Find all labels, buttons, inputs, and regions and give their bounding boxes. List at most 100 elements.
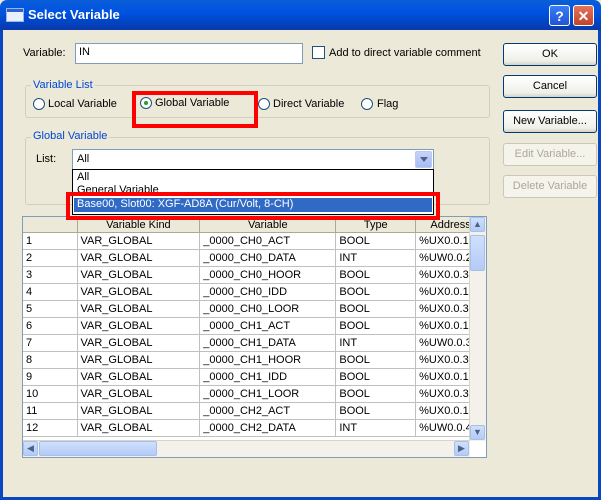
dropdown-item-all[interactable]: All (74, 171, 432, 184)
row-index: 9 (23, 368, 78, 386)
window-icon (6, 8, 24, 22)
variable-table-grid: Variable Kind Variable Type Address 1 VAR… (23, 217, 486, 437)
variable-kind-cell: VAR_GLOBAL (77, 283, 201, 301)
variable-kind-cell: VAR_GLOBAL (77, 419, 201, 437)
direct-variable-label: Direct Variable (273, 98, 345, 110)
list-label: List: (36, 153, 57, 165)
table-row[interactable]: 7 VAR_GLOBAL _0000_CH1_DATA INT %UW0.0.3 (23, 334, 486, 352)
type-cell: INT (335, 334, 417, 352)
variable-cell: _0000_CH0_LOOR (199, 300, 337, 318)
table-row[interactable]: 1 VAR_GLOBAL _0000_CH0_ACT BOOL %UX0.0.16 (23, 232, 486, 250)
variable-list-title: Variable List (31, 79, 95, 91)
vertical-scrollbar[interactable]: ▲ ▼ (469, 217, 486, 441)
row-index: 8 (23, 351, 78, 369)
variable-kind-cell: VAR_GLOBAL (77, 266, 201, 284)
variable-input-value: IN (79, 46, 90, 58)
scroll-thumb[interactable] (470, 235, 485, 271)
row-index: 11 (23, 402, 78, 420)
dialog-title: Select Variable (28, 7, 120, 22)
row-index: 5 (23, 300, 78, 318)
list-combobox[interactable]: All (72, 149, 434, 170)
chevron-down-icon[interactable] (415, 151, 432, 168)
edit-variable-button[interactable]: Edit Variable... (503, 143, 597, 166)
variable-label: Variable: (23, 47, 66, 59)
variable-kind-cell: VAR_GLOBAL (77, 317, 201, 335)
table-row[interactable]: 3 VAR_GLOBAL _0000_CH0_HOOR BOOL %UX0.0.32 (23, 266, 486, 284)
delete-variable-button[interactable]: Delete Variable (503, 175, 597, 198)
variable-table: Variable Kind Variable Type Address 1 VAR… (22, 216, 487, 458)
variable-kind-cell: VAR_GLOBAL (77, 402, 201, 420)
type-cell: BOOL (335, 232, 417, 250)
variable-cell: _0000_CH1_ACT (199, 317, 337, 335)
table-row[interactable]: 8 VAR_GLOBAL _0000_CH1_HOOR BOOL %UX0.0.32 (23, 351, 486, 369)
cancel-button[interactable]: Cancel (503, 75, 597, 98)
row-index: 7 (23, 334, 78, 352)
type-cell: BOOL (335, 368, 417, 386)
scroll-up-icon[interactable]: ▲ (470, 217, 485, 232)
row-index: 4 (23, 283, 78, 301)
new-variable-button[interactable]: New Variable... (503, 110, 597, 133)
dialog-title-bar: Select Variable ? ✕ (0, 0, 601, 30)
close-button[interactable]: ✕ (573, 5, 594, 26)
type-cell: BOOL (335, 283, 417, 301)
type-cell: BOOL (335, 300, 417, 318)
type-cell: BOOL (335, 351, 417, 369)
add-comment-checkbox[interactable] (312, 46, 325, 59)
help-button[interactable]: ? (549, 5, 570, 26)
add-comment-label: Add to direct variable comment (329, 47, 481, 59)
radio-flag[interactable] (361, 98, 373, 110)
variable-cell: _0000_CH0_DATA (199, 249, 337, 267)
variable-kind-cell: VAR_GLOBAL (77, 368, 201, 386)
variable-kind-cell: VAR_GLOBAL (77, 334, 201, 352)
variable-cell: _0000_CH2_ACT (199, 402, 337, 420)
variable-cell: _0000_CH0_IDD (199, 283, 337, 301)
row-index: 1 (23, 232, 78, 250)
variable-cell: _0000_CH1_HOOR (199, 351, 337, 369)
global-variable-title: Global Variable (31, 130, 110, 142)
variable-kind-cell: VAR_GLOBAL (77, 300, 201, 318)
variable-input[interactable]: IN (75, 43, 303, 64)
type-cell: BOOL (335, 402, 417, 420)
scroll-right-icon[interactable]: ▶ (454, 441, 469, 456)
list-combobox-value: All (77, 153, 90, 165)
scroll-down-icon[interactable]: ▼ (470, 425, 485, 440)
row-index: 12 (23, 419, 78, 437)
local-variable-label: Local Variable (48, 98, 117, 110)
type-cell: BOOL (335, 385, 417, 403)
row-index: 2 (23, 249, 78, 267)
variable-cell: _0000_CH0_ACT (199, 232, 337, 250)
table-row[interactable]: 5 VAR_GLOBAL _0000_CH0_LOOR BOOL %UX0.0.33 (23, 300, 486, 318)
horizontal-scrollbar[interactable]: ◀ ▶ (23, 440, 470, 457)
table-row[interactable]: 9 VAR_GLOBAL _0000_CH1_IDD BOOL %UX0.0.16 (23, 368, 486, 386)
type-cell: BOOL (335, 266, 417, 284)
table-row[interactable]: 2 VAR_GLOBAL _0000_CH0_DATA INT %UW0.0.2 (23, 249, 486, 267)
scroll-left-icon[interactable]: ◀ (23, 441, 38, 456)
row-index: 3 (23, 266, 78, 284)
highlight-dropdown-item-box (66, 192, 440, 220)
row-index: 10 (23, 385, 78, 403)
type-cell: INT (335, 419, 417, 437)
row-index: 6 (23, 317, 78, 335)
variable-cell: _0000_CH1_LOOR (199, 385, 337, 403)
type-cell: INT (335, 249, 417, 267)
table-row[interactable]: 6 VAR_GLOBAL _0000_CH1_ACT BOOL %UX0.0.17 (23, 317, 486, 335)
variable-kind-cell: VAR_GLOBAL (77, 249, 201, 267)
table-row[interactable]: 10 VAR_GLOBAL _0000_CH1_LOOR BOOL %UX0.0.33 (23, 385, 486, 403)
ok-button[interactable]: OK (503, 43, 597, 66)
hscroll-thumb[interactable] (39, 441, 157, 456)
table-row[interactable]: 12 VAR_GLOBAL _0000_CH2_DATA INT %UW0.0.4 (23, 419, 486, 437)
radio-direct-variable[interactable] (258, 98, 270, 110)
table-row[interactable]: 4 VAR_GLOBAL _0000_CH0_IDD BOOL %UX0.0.16 (23, 283, 486, 301)
variable-cell: _0000_CH1_DATA (199, 334, 337, 352)
radio-local-variable[interactable] (33, 98, 45, 110)
table-row[interactable]: 11 VAR_GLOBAL _0000_CH2_ACT BOOL %UX0.0.18 (23, 402, 486, 420)
highlight-global-variable-box (132, 91, 258, 128)
variable-kind-cell: VAR_GLOBAL (77, 385, 201, 403)
flag-label: Flag (377, 98, 399, 110)
variable-cell: _0000_CH0_HOOR (199, 266, 337, 284)
variable-cell: _0000_CH1_IDD (199, 368, 337, 386)
variable-cell: _0000_CH2_DATA (199, 419, 337, 437)
type-cell: BOOL (335, 317, 417, 335)
variable-kind-cell: VAR_GLOBAL (77, 232, 201, 250)
variable-kind-cell: VAR_GLOBAL (77, 351, 201, 369)
